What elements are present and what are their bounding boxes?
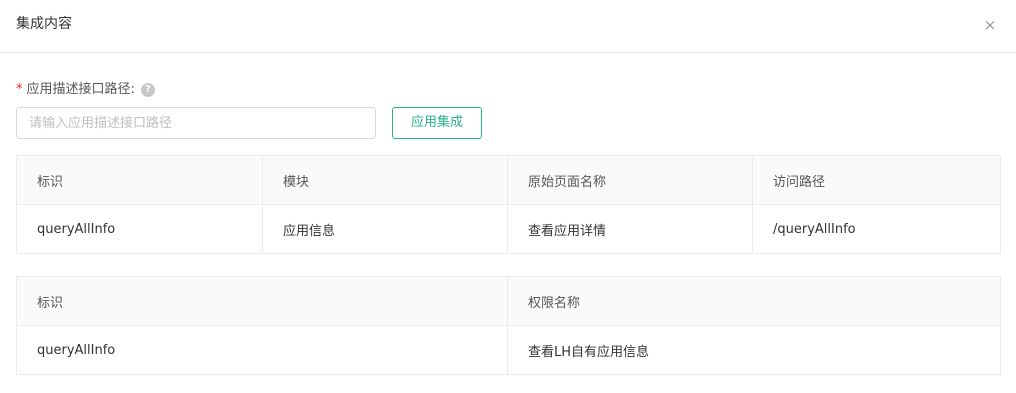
page-table: 标识 模块 原始页面名称 访问路径 queryAllInfo 应用信息 查看应用… <box>16 155 1001 254</box>
cell-id: queryAllInfo <box>16 325 508 375</box>
permission-table: 标识 权限名称 queryAllInfo 查看LH自有应用信息 <box>16 276 1001 375</box>
table-row: queryAllInfo 应用信息 查看应用详情 /queryAllInfo <box>16 204 1001 254</box>
required-mark: * <box>16 82 23 97</box>
column-header-permission-name: 权限名称 <box>507 276 1001 326</box>
table-header-row: 标识 模块 原始页面名称 访问路径 <box>16 155 1001 205</box>
question-circle-icon[interactable]: ? <box>140 83 155 97</box>
field-label-row: * 应用描述接口路径: ? <box>16 81 155 99</box>
column-header-id: 标识 <box>16 276 508 326</box>
cell-module: 应用信息 <box>262 204 508 254</box>
cell-id: queryAllInfo <box>16 204 263 254</box>
column-header-page-name: 原始页面名称 <box>507 155 753 205</box>
modal-title: 集成内容 <box>16 16 72 32</box>
cell-permission-name: 查看LH自有应用信息 <box>507 325 1001 375</box>
column-header-access-path: 访问路径 <box>752 155 1001 205</box>
interface-path-input[interactable] <box>16 107 376 139</box>
close-icon[interactable]: × <box>982 17 998 33</box>
apply-integration-button[interactable]: 应用集成 <box>392 107 482 139</box>
modal-header: 集成内容 × <box>0 0 1016 53</box>
cell-access-path: /queryAllInfo <box>752 204 1001 254</box>
cell-page-name: 查看应用详情 <box>507 204 753 254</box>
table-header-row: 标识 权限名称 <box>16 276 1001 326</box>
table-row: queryAllInfo 查看LH自有应用信息 <box>16 325 1001 375</box>
column-header-id: 标识 <box>16 155 263 205</box>
column-header-module: 模块 <box>262 155 508 205</box>
field-label: 应用描述接口路径: <box>26 82 135 97</box>
